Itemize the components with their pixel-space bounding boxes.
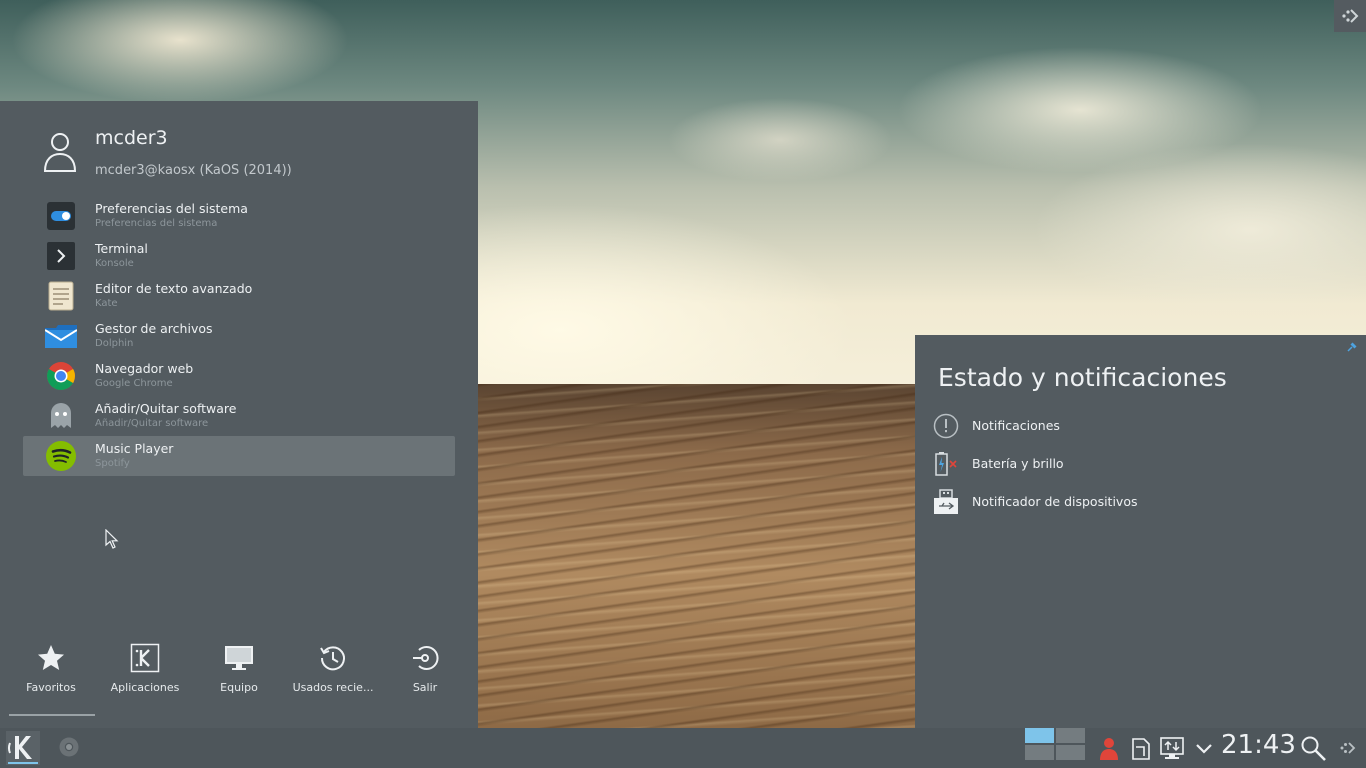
user-host: mcder3@kaosx (KaOS (2014)) [95, 163, 292, 178]
favorite-item-music-player[interactable]: Music Player Spotify [23, 436, 455, 476]
user-name: mcder3 [95, 127, 168, 149]
tab-computer[interactable]: Equipo [192, 641, 286, 711]
application-launcher: mcder3 mcder3@kaosx (KaOS (2014)) Prefer… [0, 101, 478, 728]
network-icon[interactable] [1160, 735, 1184, 761]
ghost-icon [51, 403, 71, 428]
monitor-icon [225, 646, 253, 670]
favorite-item-terminal[interactable]: Terminal Konsole [23, 236, 455, 276]
desktop-3-thumbnail[interactable] [1025, 745, 1054, 760]
favorite-subtitle: Google Chrome [95, 378, 173, 389]
favorite-subtitle: Spotify [95, 458, 130, 469]
favorite-title: Terminal [95, 241, 148, 256]
favorite-subtitle: Preferencias del sistema [95, 218, 218, 229]
star-icon [38, 645, 64, 670]
chevron-down-icon[interactable] [1192, 735, 1216, 761]
desktop-toolbox-button[interactable] [1334, 0, 1366, 32]
tab-label: Salir [412, 681, 438, 694]
status-item-label: Notificador de dispositivos [972, 494, 1138, 509]
notification-icon [933, 413, 959, 439]
favorite-subtitle: Kate [95, 298, 118, 309]
desktop-1-thumbnail[interactable] [1025, 728, 1054, 743]
favorite-item-system-settings[interactable]: Preferencias del sistema Preferencias de… [23, 196, 455, 236]
tab-label: Usados recie... [292, 681, 374, 694]
tab-label: Equipo [220, 681, 258, 694]
toggle-icon [47, 202, 75, 230]
tab-label: Favoritos [26, 681, 76, 694]
favorite-subtitle: Añadir/Quitar software [95, 418, 209, 429]
favorite-subtitle: Dolphin [95, 338, 134, 349]
pin-icon[interactable] [1346, 341, 1358, 353]
status-notifications-panel: Estado y notificaciones Notificaciones B… [915, 335, 1366, 728]
status-item-label: Batería y brillo [972, 456, 1064, 471]
favorite-item-file-manager[interactable]: Gestor de archivos Dolphin [23, 316, 455, 356]
active-tab-indicator [9, 714, 95, 716]
favorite-title: Preferencias del sistema [95, 201, 248, 216]
device-notifier-icon [934, 489, 958, 514]
battery-icon [935, 452, 957, 476]
favorite-item-web-browser[interactable]: Navegador web Google Chrome [23, 356, 455, 396]
status-item-device-notifier[interactable]: Notificador de dispositivos [932, 487, 1352, 517]
tab-applications[interactable]: Aplicaciones [98, 641, 192, 711]
terminal-icon [47, 242, 75, 270]
digital-clock[interactable]: 21:43 [1221, 730, 1296, 760]
desktop-4-thumbnail[interactable] [1056, 745, 1085, 760]
history-icon [320, 646, 345, 671]
tab-leave[interactable]: Salir [378, 641, 472, 711]
favorite-title: Editor de texto avanzado [95, 281, 253, 296]
status-item-label: Notificaciones [972, 418, 1060, 433]
favorite-item-software-manager[interactable]: Añadir/Quitar software Añadir/Quitar sof… [23, 396, 455, 436]
folder-icon [45, 325, 77, 348]
favorite-title: Navegador web [95, 361, 194, 376]
favorite-subtitle: Konsole [95, 258, 134, 269]
status-item-battery[interactable]: Batería y brillo [932, 449, 1352, 479]
spotify-icon [46, 441, 76, 471]
user-status-icon[interactable] [1097, 735, 1121, 761]
tab-favorites[interactable]: Favoritos [4, 641, 98, 711]
chrome-icon [47, 362, 75, 390]
panel-title: Estado y notificaciones [938, 363, 1227, 392]
launcher-tabs: Favoritos Aplicaciones Equipo Usados rec… [0, 641, 478, 711]
favorites-list: Preferencias del sistema Preferencias de… [23, 196, 455, 476]
search-icon[interactable] [1300, 735, 1328, 761]
kde-launcher-button[interactable] [6, 731, 40, 765]
status-item-notifications[interactable]: Notificaciones [932, 411, 1352, 441]
taskbar: 21:43 [0, 728, 1366, 768]
panel-toolbox-icon[interactable] [1336, 735, 1360, 761]
clipboard-icon[interactable] [1129, 735, 1153, 761]
favorite-title: Music Player [95, 441, 174, 456]
virtual-desktop-pager[interactable] [1025, 728, 1087, 762]
desktop-2-thumbnail[interactable] [1056, 728, 1085, 743]
favorite-title: Gestor de archivos [95, 321, 213, 336]
text-editor-icon [48, 281, 74, 311]
user-avatar-icon[interactable] [42, 131, 78, 173]
tab-recently-used[interactable]: Usados recie... [286, 641, 380, 711]
favorite-title: Añadir/Quitar software [95, 401, 237, 416]
toolbox-arrow-icon [1342, 9, 1359, 23]
logout-icon [413, 646, 439, 670]
chrome-task-icon[interactable] [58, 736, 80, 758]
favorite-item-text-editor[interactable]: Editor de texto avanzado Kate [23, 276, 455, 316]
kde-apps-icon [130, 643, 160, 673]
mouse-cursor-icon [105, 529, 119, 549]
tab-label: Aplicaciones [110, 681, 180, 694]
